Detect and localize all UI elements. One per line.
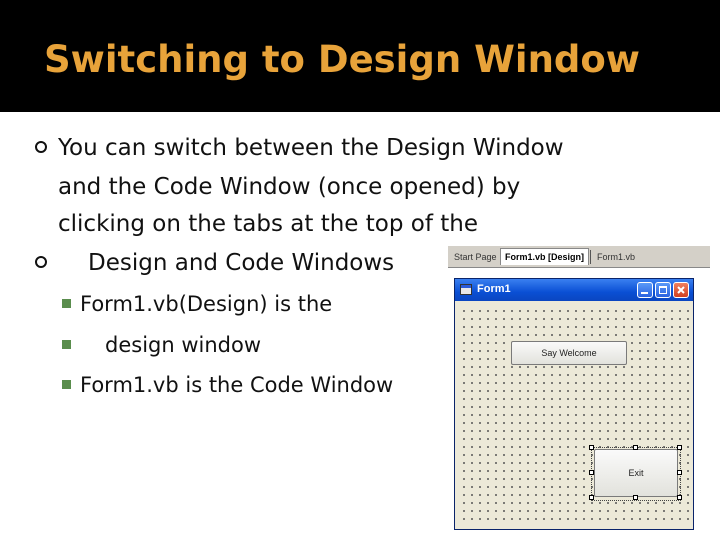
square-bullet-icon [62, 380, 71, 389]
form-window[interactable]: Form1 Say Welcome Exit [454, 278, 694, 530]
minimize-icon[interactable] [637, 282, 653, 298]
ring-bullet-icon [35, 256, 47, 268]
resize-handle[interactable] [677, 470, 682, 475]
tab-separator [590, 250, 591, 264]
resize-handle[interactable] [633, 445, 638, 450]
maximize-icon[interactable] [655, 282, 671, 298]
exit-button[interactable]: Exit [594, 449, 678, 497]
resize-handle[interactable] [633, 495, 638, 500]
say-welcome-button[interactable]: Say Welcome [511, 341, 627, 365]
form-icon [460, 284, 472, 295]
bullet-1-line-3: clicking on the tabs at the top of the [58, 211, 478, 237]
document-tab-strip: Start Page Form1.vb [Design] Form1.vb [448, 246, 710, 268]
resize-handle[interactable] [589, 495, 594, 500]
ide-screenshot: Start Page Form1.vb [Design] Form1.vb Fo… [448, 246, 712, 530]
slide-title: Switching to Design Window [44, 38, 640, 81]
slide-header: Switching to Design Window [0, 0, 720, 112]
form-title-bar[interactable]: Form1 [455, 279, 693, 301]
resize-handle[interactable] [589, 445, 594, 450]
resize-handle[interactable] [589, 470, 594, 475]
tab-form1-design[interactable]: Form1.vb [Design] [500, 248, 590, 265]
bullet-2-text: Design and Code Windows [88, 250, 395, 276]
tab-form1-code[interactable]: Form1.vb [593, 249, 639, 265]
sub-bullet-3-text: Form1.vb is the Code Window [80, 373, 394, 397]
square-bullet-icon [62, 340, 71, 349]
resize-handle[interactable] [677, 445, 682, 450]
bullet-1-line-1: You can switch between the Design Window [58, 135, 564, 161]
sub-bullet-2-text: design window [105, 333, 262, 357]
sub-bullet-1-text: Form1.vb(Design) is the [80, 292, 333, 316]
form-title: Form1 [477, 283, 511, 295]
close-icon[interactable] [673, 282, 689, 298]
bullet-1-line-2: and the Code Window (once opened) by [58, 174, 521, 200]
resize-handle[interactable] [677, 495, 682, 500]
design-surface: Form1 Say Welcome Exit [448, 268, 710, 530]
square-bullet-icon [62, 299, 71, 308]
tab-start-page[interactable]: Start Page [450, 249, 501, 265]
ring-bullet-icon [35, 141, 47, 153]
